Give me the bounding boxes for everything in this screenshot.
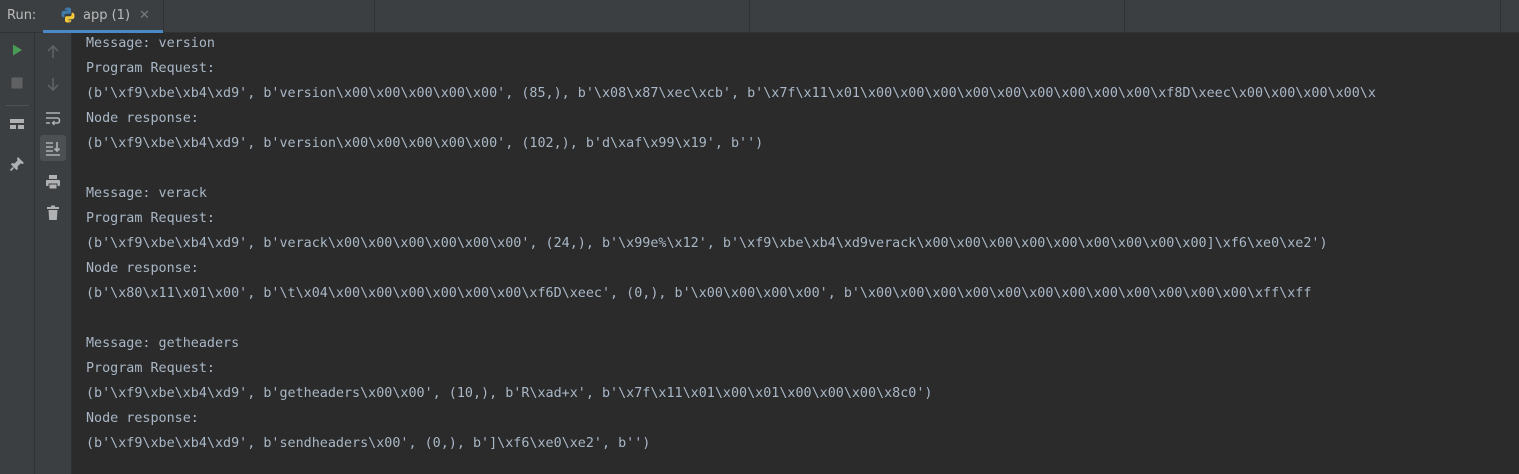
- scroll-to-end-icon[interactable]: [40, 135, 66, 161]
- console-output[interactable]: Message: version Program Request: (b'\xf…: [72, 33, 1519, 474]
- tab-label: app (1): [83, 8, 131, 23]
- console-line: (b'\x80\x11\x01\x00', b'\t\x04\x00\x00\x…: [86, 286, 1312, 301]
- console-line: Program Request:: [86, 211, 215, 226]
- console-line: Message: version: [86, 36, 215, 51]
- stop-icon[interactable]: [4, 70, 30, 96]
- print-icon[interactable]: [40, 169, 66, 195]
- console-line: (b'\xf9\xbe\xb4\xd9', b'verack\x00\x00\x…: [86, 236, 1328, 251]
- console-line: (b'\xf9\xbe\xb4\xd9', b'version\x00\x00\…: [86, 136, 764, 151]
- run-toolbar: [0, 33, 35, 474]
- divider: [1124, 0, 1125, 33]
- python-icon: [59, 6, 77, 24]
- console-line: Node response:: [86, 261, 199, 276]
- trash-icon[interactable]: [40, 200, 66, 226]
- pin-icon[interactable]: [4, 151, 30, 177]
- console-line: Node response:: [86, 111, 199, 126]
- run-tool-window-header: Run: app (1) ✕: [0, 0, 1519, 33]
- divider: [163, 0, 164, 33]
- separator: [6, 105, 29, 106]
- run-label: Run:: [7, 8, 37, 23]
- console-line: Node response:: [86, 411, 199, 426]
- soft-wrap-icon[interactable]: [40, 105, 66, 131]
- divider: [374, 0, 375, 33]
- console-toolbar: [35, 33, 72, 474]
- console-line: (b'\xf9\xbe\xb4\xd9', b'getheaders\x00\x…: [86, 386, 933, 401]
- console-line: (b'\xf9\xbe\xb4\xd9', b'sendheaders\x00'…: [86, 436, 651, 451]
- tab-app-1[interactable]: app (1) ✕: [43, 0, 164, 33]
- console-line: Message: getheaders: [86, 336, 240, 351]
- divider: [1500, 0, 1501, 33]
- close-icon[interactable]: ✕: [139, 8, 150, 23]
- console-line: Program Request:: [86, 61, 215, 76]
- layout-icon[interactable]: [4, 111, 30, 137]
- console-line: Program Request:: [86, 361, 215, 376]
- divider: [749, 0, 750, 33]
- console-line: (b'\xf9\xbe\xb4\xd9', b'version\x00\x00\…: [86, 86, 1376, 101]
- console-line: Message: verack: [86, 186, 207, 201]
- arrow-up-icon[interactable]: [40, 39, 66, 65]
- run-icon[interactable]: [4, 37, 30, 63]
- arrow-down-icon[interactable]: [40, 71, 66, 97]
